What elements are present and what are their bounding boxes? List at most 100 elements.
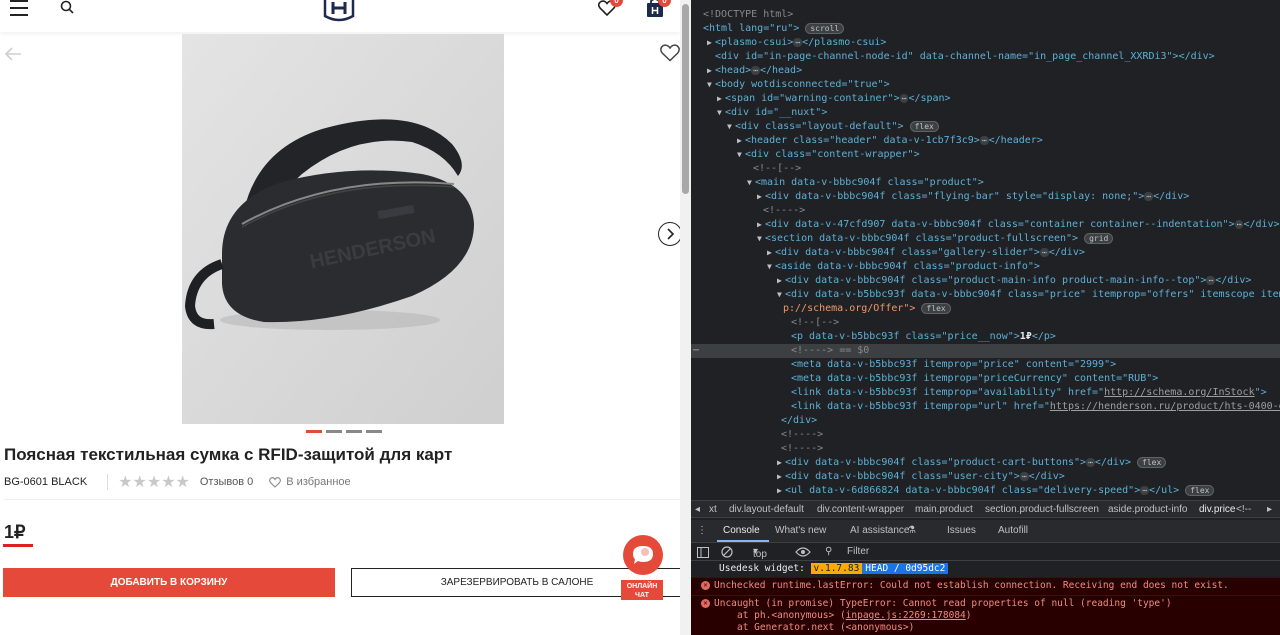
breadcrumb-item[interactable]: <!--: [1236, 504, 1251, 515]
dom-node[interactable]: <!---->: [691, 428, 1280, 442]
more-options-icon[interactable]: ⋯: [693, 344, 699, 358]
dom-node[interactable]: <div id="in-page-channel-node-id" data-c…: [691, 50, 1280, 64]
dom-node[interactable]: ▶ <header class="header" data-v-1cb7f3c9>…: [691, 134, 1280, 148]
dom-node[interactable]: <meta data-v-b5bbc93f itemprop="price" c…: [691, 358, 1280, 372]
ellipsis-icon[interactable]: ⋯: [1039, 247, 1049, 257]
dom-node[interactable]: ▼ <section data-v-bbbc904f class="product…: [691, 232, 1280, 246]
expand-arrow-icon[interactable]: ▶: [717, 92, 725, 106]
collapse-arrow-icon[interactable]: ▼: [777, 288, 785, 302]
breadcrumb-item[interactable]: main.product: [915, 504, 973, 515]
arrow-left-icon[interactable]: [4, 46, 22, 62]
expand-arrow-icon[interactable]: ▶: [707, 64, 715, 78]
expand-arrow-icon[interactable]: ▶: [707, 36, 715, 50]
collapse-arrow-icon[interactable]: ▼: [757, 232, 765, 246]
expand-arrow-icon[interactable]: ▶: [777, 456, 785, 470]
dom-node[interactable]: ▶ <div data-v-bbbc904f class="product-mai…: [691, 274, 1280, 288]
grid-badge[interactable]: grid: [1084, 232, 1114, 244]
dom-node[interactable]: <html lang="ru"> scroll: [691, 22, 1280, 36]
context-selector[interactable]: top ▾: [753, 546, 767, 560]
collapse-arrow-icon[interactable]: ▼: [747, 176, 755, 190]
header-cart[interactable]: 0: [646, 0, 671, 23]
ellipsis-icon[interactable]: ⋯: [1086, 457, 1095, 467]
dom-node[interactable]: ▶ <plasmo-csui> ⋯ </plasmo-csui>: [691, 36, 1280, 50]
breadcrumb-item[interactable]: div.content-wrapper: [817, 504, 904, 515]
tab-ai-assistance[interactable]: AI assistance: [850, 525, 909, 536]
gallery-dot[interactable]: [346, 430, 362, 433]
gallery-dot[interactable]: [326, 430, 342, 433]
dom-node[interactable]: </div>: [691, 414, 1280, 428]
dom-node[interactable]: ▶ <head> ⋯ </head>: [691, 64, 1280, 78]
dom-node[interactable]: <!DOCTYPE html>: [691, 8, 1280, 22]
dom-node[interactable]: ▶ <div data-v-47cfd907 data-v-bbbc904f cl…: [691, 218, 1280, 232]
console-log-row[interactable]: Usedesk widget: v.1.7.83 HEAD / 0d95dc2: [691, 562, 1280, 576]
dom-node[interactable]: ▶ <div data-v-bbbc904f class="product-car…: [691, 456, 1280, 470]
breadcrumb-item[interactable]: xt: [709, 504, 717, 515]
breadcrumb-item[interactable]: aside.product-info: [1108, 504, 1188, 515]
search-icon[interactable]: [60, 0, 74, 14]
page-scrollbar[interactable]: [680, 0, 691, 635]
expand-arrow-icon[interactable]: ▶: [777, 484, 785, 498]
breadcrumb-item[interactable]: div.price: [1199, 504, 1236, 515]
dom-node-selected[interactable]: ⋯ <!----> == $0: [691, 344, 1280, 358]
expand-arrow-icon[interactable]: ▶: [777, 470, 785, 484]
dom-node[interactable]: ▶ <span id="warning-container"> ⋯ </span>: [691, 92, 1280, 106]
add-to-favorites-link[interactable]: В избранное: [269, 476, 351, 488]
dom-node[interactable]: ▼ <div class="content-wrapper">: [691, 148, 1280, 162]
dom-node[interactable]: <p data-v-b5bbc93f class="price__now">1₽…: [691, 330, 1280, 344]
reviews-link[interactable]: Отзывов 0: [200, 476, 253, 488]
filter-input[interactable]: Filter: [847, 546, 869, 557]
stack-frame-link[interactable]: inpage.js:2269:178084: [846, 610, 966, 621]
header-favorites[interactable]: 0: [597, 0, 623, 21]
href-link[interactable]: https://henderson.ru/product/hts-0400-ec…: [1050, 401, 1280, 412]
dom-node[interactable]: <!---->: [691, 442, 1280, 456]
dom-node[interactable]: <!---->: [691, 204, 1280, 218]
dom-node[interactable]: <link data-v-b5bbc93f itemprop="url" hre…: [691, 400, 1280, 414]
logo-icon[interactable]: [322, 0, 356, 22]
breadcrumb-item[interactable]: div.layout-default: [729, 504, 804, 515]
online-chat-button[interactable]: [623, 535, 663, 575]
tab-autofill[interactable]: Autofill: [998, 525, 1028, 536]
console-error-row[interactable]: ✕ Uncaught (in promise) TypeError: Cannot…: [691, 595, 1280, 635]
ellipsis-icon[interactable]: ⋯: [1144, 191, 1154, 201]
dom-node[interactable]: ▼ <aside data-v-bbbc904f class="product-i…: [691, 260, 1280, 274]
online-chat-label[interactable]: ОНЛАЙН ЧАТ: [621, 580, 663, 600]
dom-node[interactable]: ▼ <div id="__nuxt">: [691, 106, 1280, 120]
href-link[interactable]: http://schema.org/InStock: [1104, 387, 1255, 398]
breadcrumb-back-icon[interactable]: ◂: [695, 504, 700, 515]
tab-console[interactable]: Console: [723, 525, 760, 536]
add-to-cart-button[interactable]: ДОБАВИТЬ В КОРЗИНУ: [3, 568, 335, 597]
ellipsis-icon[interactable]: ⋯: [751, 65, 760, 75]
menu-icon[interactable]: [10, 0, 28, 16]
console-error-row[interactable]: ✕ Unchecked runtime.lastError: Could not …: [691, 577, 1280, 595]
expand-arrow-icon[interactable]: ▶: [757, 190, 765, 204]
dom-node[interactable]: ▼ <main data-v-bbbc904f class="product">: [691, 176, 1280, 190]
scroll-badge[interactable]: scroll: [805, 22, 845, 34]
dom-node[interactable]: <meta data-v-b5bbc93f itemprop="priceCur…: [691, 372, 1280, 386]
collapse-arrow-icon[interactable]: ▼: [737, 148, 745, 162]
dom-node[interactable]: ▶ <div data-v-bbbc904f class="flying-bar"…: [691, 190, 1280, 204]
collapse-arrow-icon[interactable]: ▼: [717, 106, 725, 120]
rating-stars[interactable]: ★★★★★: [118, 472, 190, 492]
sidebar-toggle-icon[interactable]: [697, 547, 709, 558]
dom-node[interactable]: p://schema.org/Offer"> flex: [691, 302, 1280, 316]
dom-node[interactable]: ▼ <div class="layout-default"> flex: [691, 120, 1280, 134]
expand-arrow-icon[interactable]: ▶: [777, 274, 785, 288]
flex-badge[interactable]: flex: [909, 120, 939, 132]
ellipsis-icon[interactable]: ⋯: [979, 135, 989, 145]
clear-console-icon[interactable]: [721, 546, 733, 558]
dom-node[interactable]: ▶ <div data-v-bbbc904f class="gallery-sli…: [691, 246, 1280, 260]
flex-badge[interactable]: flex: [1185, 484, 1215, 496]
tab-issues[interactable]: Issues: [947, 525, 976, 536]
eye-icon[interactable]: [795, 547, 811, 557]
dom-node[interactable]: ▶ <ul data-v-6d866824 data-v-bbbc904f cla…: [691, 484, 1280, 498]
breadcrumb-forward-icon[interactable]: ▸: [1267, 504, 1272, 515]
heart-icon[interactable]: [660, 44, 680, 62]
ellipsis-icon[interactable]: ⋯: [1206, 275, 1216, 285]
collapse-arrow-icon[interactable]: ▼: [727, 120, 735, 134]
flex-badge[interactable]: flex: [921, 302, 951, 314]
ellipsis-icon[interactable]: ⋯: [793, 37, 803, 47]
dom-node[interactable]: <!--[-->: [691, 316, 1280, 330]
ellipsis-icon[interactable]: ⋯: [1019, 471, 1029, 481]
collapse-arrow-icon[interactable]: ▼: [767, 260, 775, 274]
product-photo[interactable]: HENDERSON: [182, 34, 504, 424]
